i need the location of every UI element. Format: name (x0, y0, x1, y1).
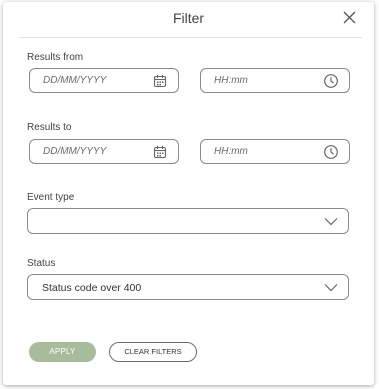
results-to-date-field[interactable] (29, 139, 179, 164)
dialog-title: Filter (172, 10, 205, 26)
chevron-down-icon[interactable] (324, 217, 338, 226)
chevron-down-icon[interactable] (324, 283, 338, 292)
dialog-header: Filter (3, 2, 374, 35)
header-divider (19, 37, 362, 38)
results-from-date-field[interactable] (29, 68, 179, 93)
status-label: Status (27, 258, 56, 269)
clock-icon[interactable] (323, 144, 339, 160)
status-value: Status code over 400 (42, 282, 142, 294)
clear-filters-button[interactable]: CLEAR FILTERS (109, 342, 197, 362)
results-from-label: Results from (27, 52, 84, 63)
results-to-time-input[interactable] (214, 140, 314, 163)
clock-icon[interactable] (323, 73, 339, 89)
results-to-date-input[interactable] (43, 140, 143, 163)
results-to-time-field[interactable] (200, 139, 350, 164)
results-from-date-input[interactable] (43, 69, 143, 92)
event-type-select[interactable] (27, 208, 349, 234)
results-from-time-input[interactable] (214, 69, 314, 92)
results-to-label: Results to (27, 122, 72, 133)
apply-button[interactable]: APPLY (29, 342, 96, 362)
event-type-label: Event type (27, 192, 75, 203)
close-icon[interactable] (342, 10, 357, 25)
results-from-time-field[interactable] (200, 68, 350, 93)
calendar-icon[interactable] (152, 73, 168, 89)
status-select[interactable]: Status code over 400 (27, 274, 349, 300)
calendar-icon[interactable] (152, 144, 168, 160)
